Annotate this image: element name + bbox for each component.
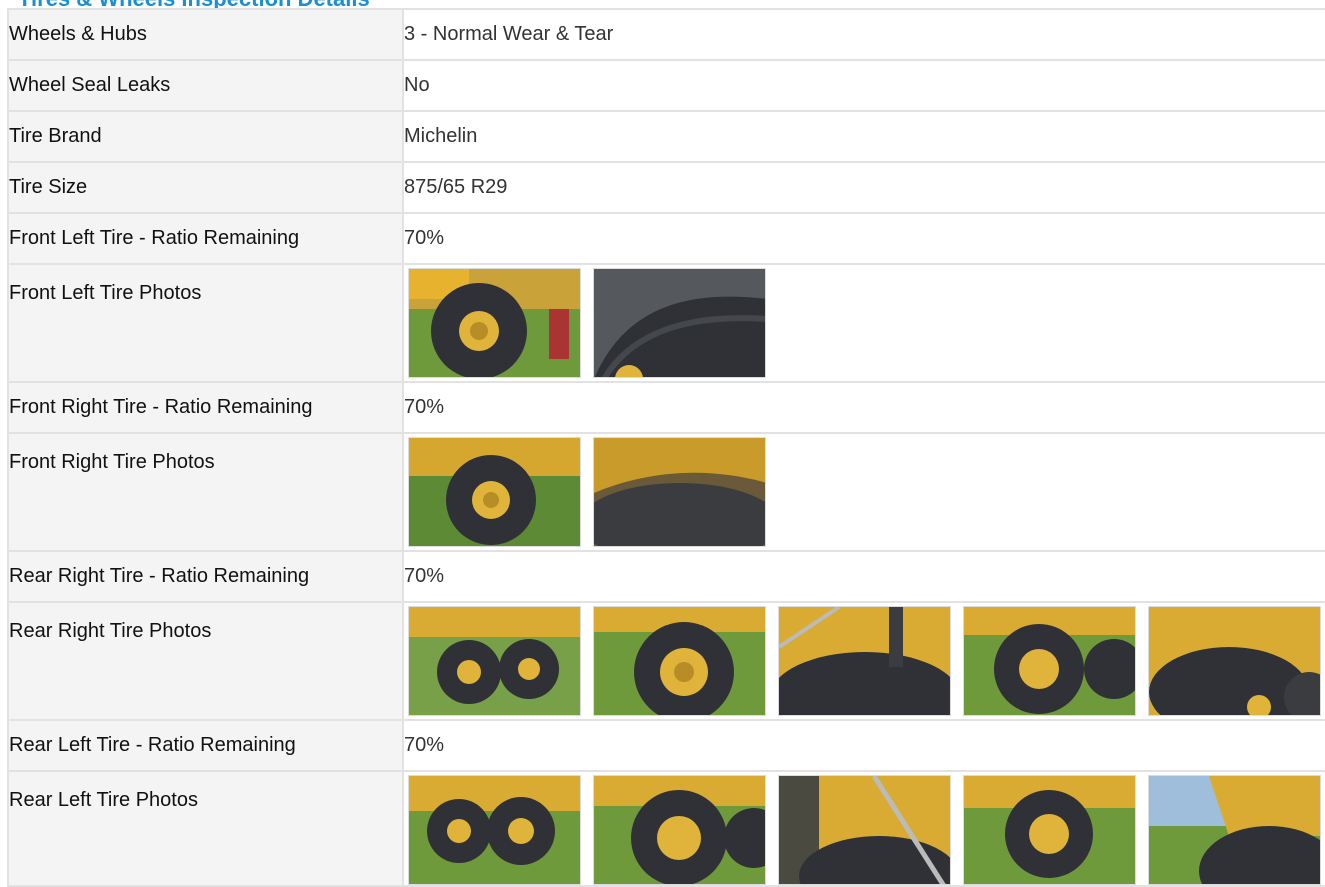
tire-photo-thumbnail[interactable] <box>1148 606 1321 716</box>
tire-photo-thumbnail[interactable] <box>778 775 951 885</box>
tire-photo <box>594 269 765 377</box>
photo-cell <box>402 601 1325 721</box>
row-value: No <box>402 59 1325 112</box>
row-value: Michelin <box>402 110 1325 163</box>
photo-strip <box>404 775 1325 885</box>
row-label: Wheels & Hubs <box>7 8 404 61</box>
tire-photo <box>1149 607 1320 715</box>
section-title-link[interactable]: Tires & Wheels Inspection Details <box>18 0 370 8</box>
tire-photo-thumbnail[interactable] <box>963 775 1136 885</box>
table-row: Wheel Seal Leaks No <box>7 59 1325 112</box>
table-row: Tire Size 875/65 R29 <box>7 161 1325 214</box>
row-label: Front Left Tire - Ratio Remaining <box>7 212 404 265</box>
tire-photo <box>594 776 765 884</box>
tire-photo <box>409 776 580 884</box>
tire-photo-thumbnail[interactable] <box>593 606 766 716</box>
table-row: Rear Right Tire - Ratio Remaining 70% <box>7 550 1325 603</box>
table-row: Front Left Tire - Ratio Remaining 70% <box>7 212 1325 265</box>
row-label: Tire Size <box>7 161 404 214</box>
tire-photo-thumbnail[interactable] <box>593 775 766 885</box>
row-label: Front Right Tire Photos <box>7 432 404 552</box>
inspection-table: Wheels & Hubs 3 - Normal Wear & Tear Whe… <box>7 8 1325 887</box>
section-header: Tires & Wheels Inspection Details <box>0 0 1325 8</box>
row-label: Front Left Tire Photos <box>7 263 404 383</box>
row-label: Wheel Seal Leaks <box>7 59 404 112</box>
tire-photo-thumbnail[interactable] <box>1148 775 1321 885</box>
row-label: Rear Left Tire - Ratio Remaining <box>7 719 404 772</box>
row-value: 70% <box>402 550 1325 603</box>
photo-cell <box>402 770 1325 887</box>
tire-photo-thumbnail[interactable] <box>408 268 581 378</box>
row-value: 70% <box>402 719 1325 772</box>
photo-strip <box>404 437 1325 547</box>
tire-photo <box>409 438 580 546</box>
photo-cell <box>402 263 1325 383</box>
row-value: 70% <box>402 212 1325 265</box>
table-row: Rear Left Tire Photos <box>7 770 1325 887</box>
tire-photo <box>409 607 580 715</box>
table-row: Front Right Tire Photos <box>7 432 1325 552</box>
photo-strip <box>404 268 1325 378</box>
row-label: Front Right Tire - Ratio Remaining <box>7 381 404 434</box>
photo-cell <box>402 432 1325 552</box>
photo-strip <box>404 606 1325 716</box>
tire-photo-thumbnail[interactable] <box>778 606 951 716</box>
tire-photo <box>594 607 765 715</box>
tire-photo <box>779 776 950 884</box>
row-label: Rear Left Tire Photos <box>7 770 404 887</box>
row-value: 3 - Normal Wear & Tear <box>402 8 1325 61</box>
table-row: Rear Left Tire - Ratio Remaining 70% <box>7 719 1325 772</box>
tire-photo <box>964 776 1135 884</box>
row-value: 875/65 R29 <box>402 161 1325 214</box>
tire-photo-thumbnail[interactable] <box>408 606 581 716</box>
table-row: Tire Brand Michelin <box>7 110 1325 163</box>
table-row: Front Left Tire Photos <box>7 263 1325 383</box>
row-label: Rear Right Tire Photos <box>7 601 404 721</box>
table-row: Front Right Tire - Ratio Remaining 70% <box>7 381 1325 434</box>
row-label: Tire Brand <box>7 110 404 163</box>
tire-photo <box>594 438 765 546</box>
tire-photo-thumbnail[interactable] <box>963 606 1136 716</box>
tire-photo <box>409 269 580 377</box>
tire-photo-thumbnail[interactable] <box>593 268 766 378</box>
tire-photo <box>1149 776 1320 884</box>
row-label: Rear Right Tire - Ratio Remaining <box>7 550 404 603</box>
table-row: Wheels & Hubs 3 - Normal Wear & Tear <box>7 8 1325 61</box>
tire-photo-thumbnail[interactable] <box>593 437 766 547</box>
tire-photo-thumbnail[interactable] <box>408 775 581 885</box>
tire-photo-thumbnail[interactable] <box>408 437 581 547</box>
row-value: 70% <box>402 381 1325 434</box>
tire-photo <box>964 607 1135 715</box>
tire-photo <box>779 607 950 715</box>
table-row: Rear Right Tire Photos <box>7 601 1325 721</box>
